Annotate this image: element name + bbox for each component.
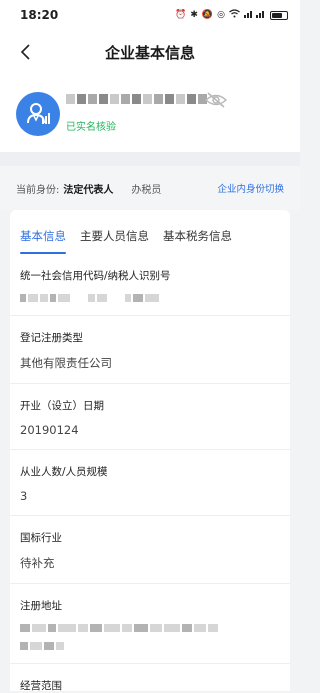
mute-icon: 🔕	[201, 10, 214, 20]
masked-value	[20, 641, 280, 651]
masked-value	[20, 293, 280, 303]
signal-icon	[244, 9, 266, 21]
tab-bar: 基本信息 主要人员信息 基本税务信息	[10, 210, 290, 254]
active-role[interactable]: 法定代表人	[63, 181, 113, 196]
chevron-left-icon	[20, 44, 30, 60]
field-label: 注册地址	[20, 600, 62, 612]
status-time: 18:20	[20, 8, 59, 22]
company-user-icon	[27, 103, 50, 124]
status-bar: 18:20 ⏰ ✱ 🔕 ◎	[0, 0, 300, 30]
field-credit-code: 统一社会信用代码/纳税人识别号	[10, 254, 290, 316]
nav-bar: 企业基本信息	[0, 30, 300, 74]
field-business-scope: 经营范围	[10, 664, 290, 691]
field-label: 国标行业	[20, 532, 62, 544]
back-button[interactable]	[12, 38, 40, 66]
page-title: 企业基本信息	[104, 43, 195, 62]
status-icons: ⏰ ✱ 🔕 ◎	[175, 9, 288, 21]
field-label: 登记注册类型	[20, 332, 83, 344]
field-label: 统一社会信用代码/纳税人识别号	[20, 270, 171, 282]
masked-value	[20, 623, 280, 633]
field-registration-type: 登记注册类型 其他有限责任公司	[10, 316, 290, 384]
hotspot-icon: ◎	[217, 10, 225, 20]
battery-icon	[270, 10, 288, 20]
tab-tax-info[interactable]: 基本税务信息	[163, 228, 232, 254]
tab-key-personnel[interactable]: 主要人员信息	[80, 228, 149, 254]
info-card: 基本信息 主要人员信息 基本税务信息 统一社会信用代码/纳税人识别号 登记注册类…	[10, 210, 290, 691]
hide-eye-icon[interactable]	[204, 91, 228, 109]
identity-bar: 当前身份: 法定代表人 办税员 企业内身份切换	[0, 166, 300, 210]
identity-switch-link[interactable]: 企业内身份切换	[217, 181, 284, 195]
identity-label: 当前身份:	[16, 184, 60, 196]
field-employee-count: 从业人数/人员规模 3	[10, 450, 290, 516]
field-value: 待补充	[20, 556, 55, 570]
field-value: 3	[20, 489, 28, 503]
field-label: 经营范围	[20, 680, 62, 691]
avatar	[16, 92, 60, 136]
field-opening-date: 开业（设立）日期 20190124	[10, 384, 290, 450]
company-name-masked	[66, 94, 207, 104]
field-registered-address: 注册地址	[10, 584, 290, 664]
company-profile: 已实名核验	[0, 74, 300, 152]
divider	[0, 152, 300, 166]
field-label: 从业人数/人员规模	[20, 466, 108, 478]
verified-status: 已实名核验	[66, 122, 116, 133]
field-label: 开业（设立）日期	[20, 400, 104, 412]
other-role[interactable]: 办税员	[131, 181, 161, 196]
tab-basic-info[interactable]: 基本信息	[20, 228, 66, 254]
bluetooth-icon: ✱	[190, 10, 198, 20]
wifi-icon	[229, 9, 240, 21]
field-value: 其他有限责任公司	[20, 356, 112, 370]
field-value: 20190124	[20, 423, 79, 437]
field-industry: 国标行业 待补充	[10, 516, 290, 584]
alarm-icon: ⏰	[175, 10, 187, 20]
